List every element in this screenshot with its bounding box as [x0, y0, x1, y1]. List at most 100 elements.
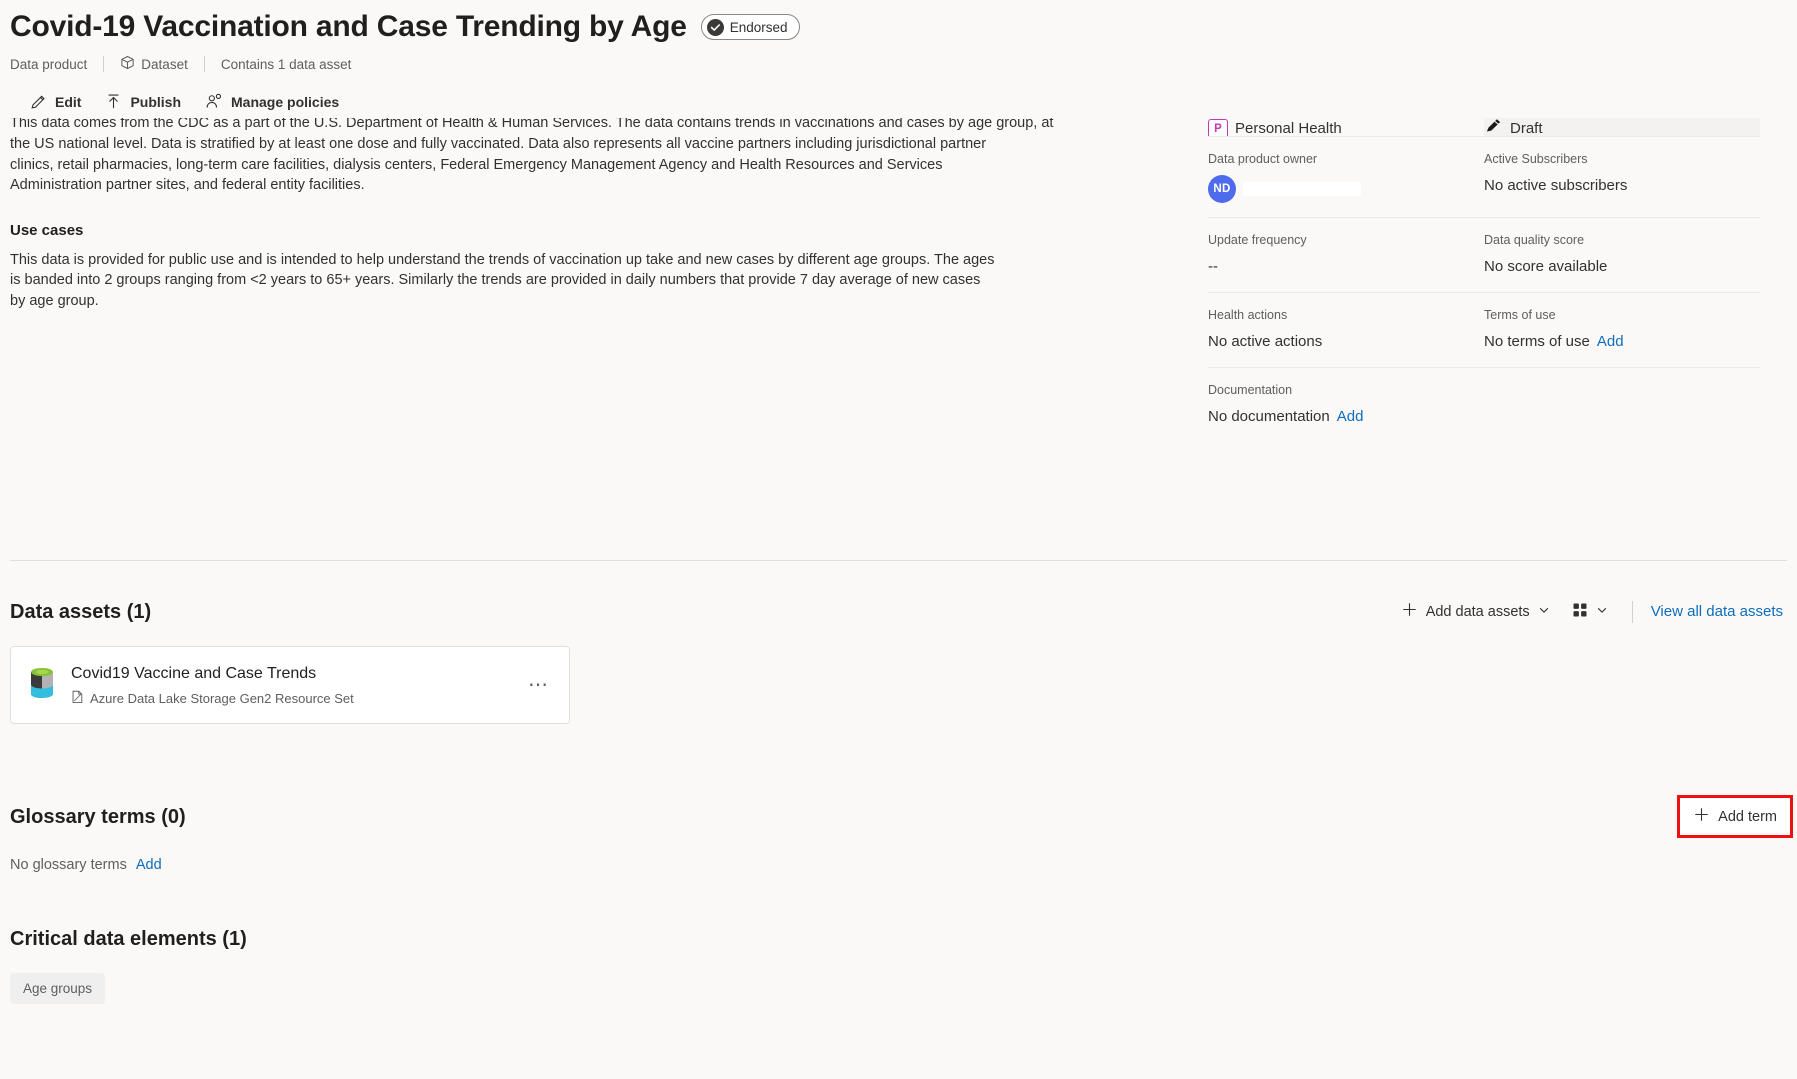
classification-badge-icon: P — [1208, 119, 1228, 136]
field-data-quality-score: Data quality score No score available — [1484, 232, 1760, 292]
terms-label: Terms of use — [1484, 308, 1556, 322]
data-asset-card[interactable]: Covid19 Vaccine and Case Trends Azure Da… — [10, 646, 570, 724]
publish-button[interactable]: Publish — [95, 87, 191, 116]
breadcrumb-kind: Data product — [10, 56, 88, 72]
documentation-value: No documentation — [1208, 408, 1330, 425]
documentation-add-link[interactable]: Add — [1337, 406, 1364, 428]
data-assets-section: Data assets (1) Add data assets View all… — [0, 595, 1797, 724]
classification-value: P Personal Health — [1208, 118, 1484, 136]
page-title: Covid-19 Vaccination and Case Trending b… — [10, 10, 687, 43]
documentation-label: Documentation — [1208, 383, 1293, 397]
plus-icon — [1401, 601, 1418, 622]
field-update-frequency: Update frequency -- — [1208, 232, 1484, 292]
add-term-button[interactable]: Add term — [1683, 800, 1787, 833]
title-row: Covid-19 Vaccination and Case Trending b… — [10, 8, 1787, 46]
draft-pencil-icon — [1484, 118, 1503, 136]
add-term-annotated-region: Add term — [1677, 795, 1793, 838]
command-bar: Edit Publish Manage policies — [10, 87, 1787, 116]
subscribers-value: No active subscribers — [1484, 177, 1628, 194]
documentation-value-row: No documentation Add — [1208, 406, 1484, 428]
plus-icon-2 — [1693, 806, 1710, 827]
chevron-down-icon-2 — [1596, 604, 1608, 620]
critical-data-elements-section: Critical data elements (1) Age groups — [0, 925, 1797, 1004]
add-term-label: Add term — [1718, 808, 1777, 825]
edit-button[interactable]: Edit — [20, 87, 91, 116]
glossary-add-link[interactable]: Add — [136, 857, 162, 873]
use-cases-heading: Use cases — [10, 221, 84, 239]
owner-name-redacted — [1243, 182, 1361, 196]
actions-divider — [1631, 600, 1633, 623]
grid-view-icon — [1572, 602, 1588, 622]
glossary-terms-header: Glossary terms (0) Add term — [10, 795, 1793, 838]
description-line-1: This data comes from the CDC as a part o… — [10, 118, 1054, 131]
details-panel: P Personal Health Draft Data product own… — [1200, 118, 1760, 442]
details-divider-1 — [1208, 136, 1760, 137]
manage-policies-label: Manage policies — [231, 93, 340, 110]
endorsed-label: Endorsed — [729, 19, 788, 35]
glossary-terms-title: Glossary terms (0) — [10, 805, 186, 828]
dataset-label: Dataset — [141, 56, 188, 72]
manage-policies-button[interactable]: Manage policies — [195, 87, 349, 116]
field-data-product-owner: Data product owner ND — [1208, 151, 1484, 217]
terms-add-link[interactable]: Add — [1597, 331, 1624, 353]
status-badge-endorsed: Endorsed — [700, 14, 800, 40]
pencil-icon — [30, 93, 47, 110]
publish-upload-icon — [105, 93, 122, 110]
data-assets-title: Data assets (1) — [10, 600, 152, 623]
field-active-subscribers: Active Subscribers No active subscribers — [1484, 151, 1760, 217]
add-data-assets-label: Add data assets — [1425, 603, 1530, 620]
cde-header: Critical data elements (1) — [10, 925, 1787, 953]
data-product-detail-page: Covid-19 Vaccination and Case Trending b… — [0, 0, 1797, 1079]
health-value: No active actions — [1208, 333, 1323, 350]
owner-label: Data product owner — [1208, 152, 1318, 166]
use-cases-body: This data is provided for public use and… — [10, 251, 995, 309]
glossary-empty-row: No glossary terms Add — [10, 857, 1787, 873]
view-all-data-assets-link[interactable]: View all data assets — [1647, 597, 1787, 626]
quality-value: No score available — [1484, 258, 1608, 275]
body-area: This data comes from the CDC as a part o… — [0, 118, 1797, 442]
subscribers-label: Active Subscribers — [1484, 152, 1588, 166]
field-health-actions: Health actions No active actions — [1208, 307, 1484, 367]
status-label: Draft — [1510, 120, 1543, 136]
resource-set-icon — [71, 690, 84, 707]
breadcrumb: Data product Dataset Contains 1 data ass… — [10, 55, 1787, 73]
data-asset-more-button[interactable]: ⋯ — [524, 674, 553, 696]
glossary-empty-text: No glossary terms — [10, 857, 127, 873]
edit-label: Edit — [55, 93, 82, 110]
status-value: Draft — [1484, 118, 1760, 136]
page-header: Covid-19 Vaccination and Case Trending b… — [0, 0, 1797, 116]
data-asset-type-row: Azure Data Lake Storage Gen2 Resource Se… — [71, 690, 524, 707]
cde-title: Critical data elements (1) — [10, 928, 247, 950]
data-assets-header: Data assets (1) Add data assets View all… — [10, 595, 1787, 628]
dataset-cube-icon — [120, 55, 135, 73]
details-divider-3 — [1208, 292, 1760, 293]
data-assets-actions: Add data assets View all data assets — [1391, 595, 1787, 628]
update-frequency-value: -- — [1208, 258, 1218, 275]
details-grid: Data product owner ND Active Subscribers… — [1208, 136, 1760, 442]
details-divider-2 — [1208, 217, 1760, 218]
cde-chip[interactable]: Age groups — [10, 973, 106, 1004]
data-asset-name: Covid19 Vaccine and Case Trends — [71, 665, 317, 682]
classification-status-row-clipped: P Personal Health Draft — [1208, 118, 1760, 136]
breadcrumb-dataset: Dataset — [104, 55, 204, 73]
description-column: This data comes from the CDC as a part o… — [10, 118, 1200, 442]
classification-label: Personal Health — [1235, 120, 1342, 136]
avatar: ND — [1208, 175, 1236, 203]
section-divider — [10, 560, 1787, 561]
view-layout-toggle-button[interactable] — [1562, 596, 1618, 628]
description-body: the US national level. Data is stratifie… — [10, 136, 987, 193]
data-asset-text: Covid19 Vaccine and Case Trends Azure Da… — [71, 663, 524, 707]
add-data-assets-button[interactable]: Add data assets — [1391, 595, 1560, 628]
chevron-down-icon — [1538, 604, 1550, 620]
field-documentation: Documentation No documentation Add — [1208, 382, 1484, 442]
breadcrumb-asset-count: Contains 1 data asset — [220, 56, 352, 72]
check-circle-icon — [706, 18, 724, 36]
quality-label: Data quality score — [1484, 233, 1585, 247]
owner-value: ND — [1208, 175, 1484, 203]
field-terms-of-use: Terms of use No terms of use Add — [1484, 307, 1760, 367]
health-label: Health actions — [1208, 308, 1288, 322]
glossary-terms-section: Glossary terms (0) Add term No glossary … — [0, 795, 1797, 873]
update-frequency-label: Update frequency — [1208, 233, 1307, 247]
field-spacer — [1484, 382, 1760, 442]
person-policy-icon — [205, 93, 223, 110]
